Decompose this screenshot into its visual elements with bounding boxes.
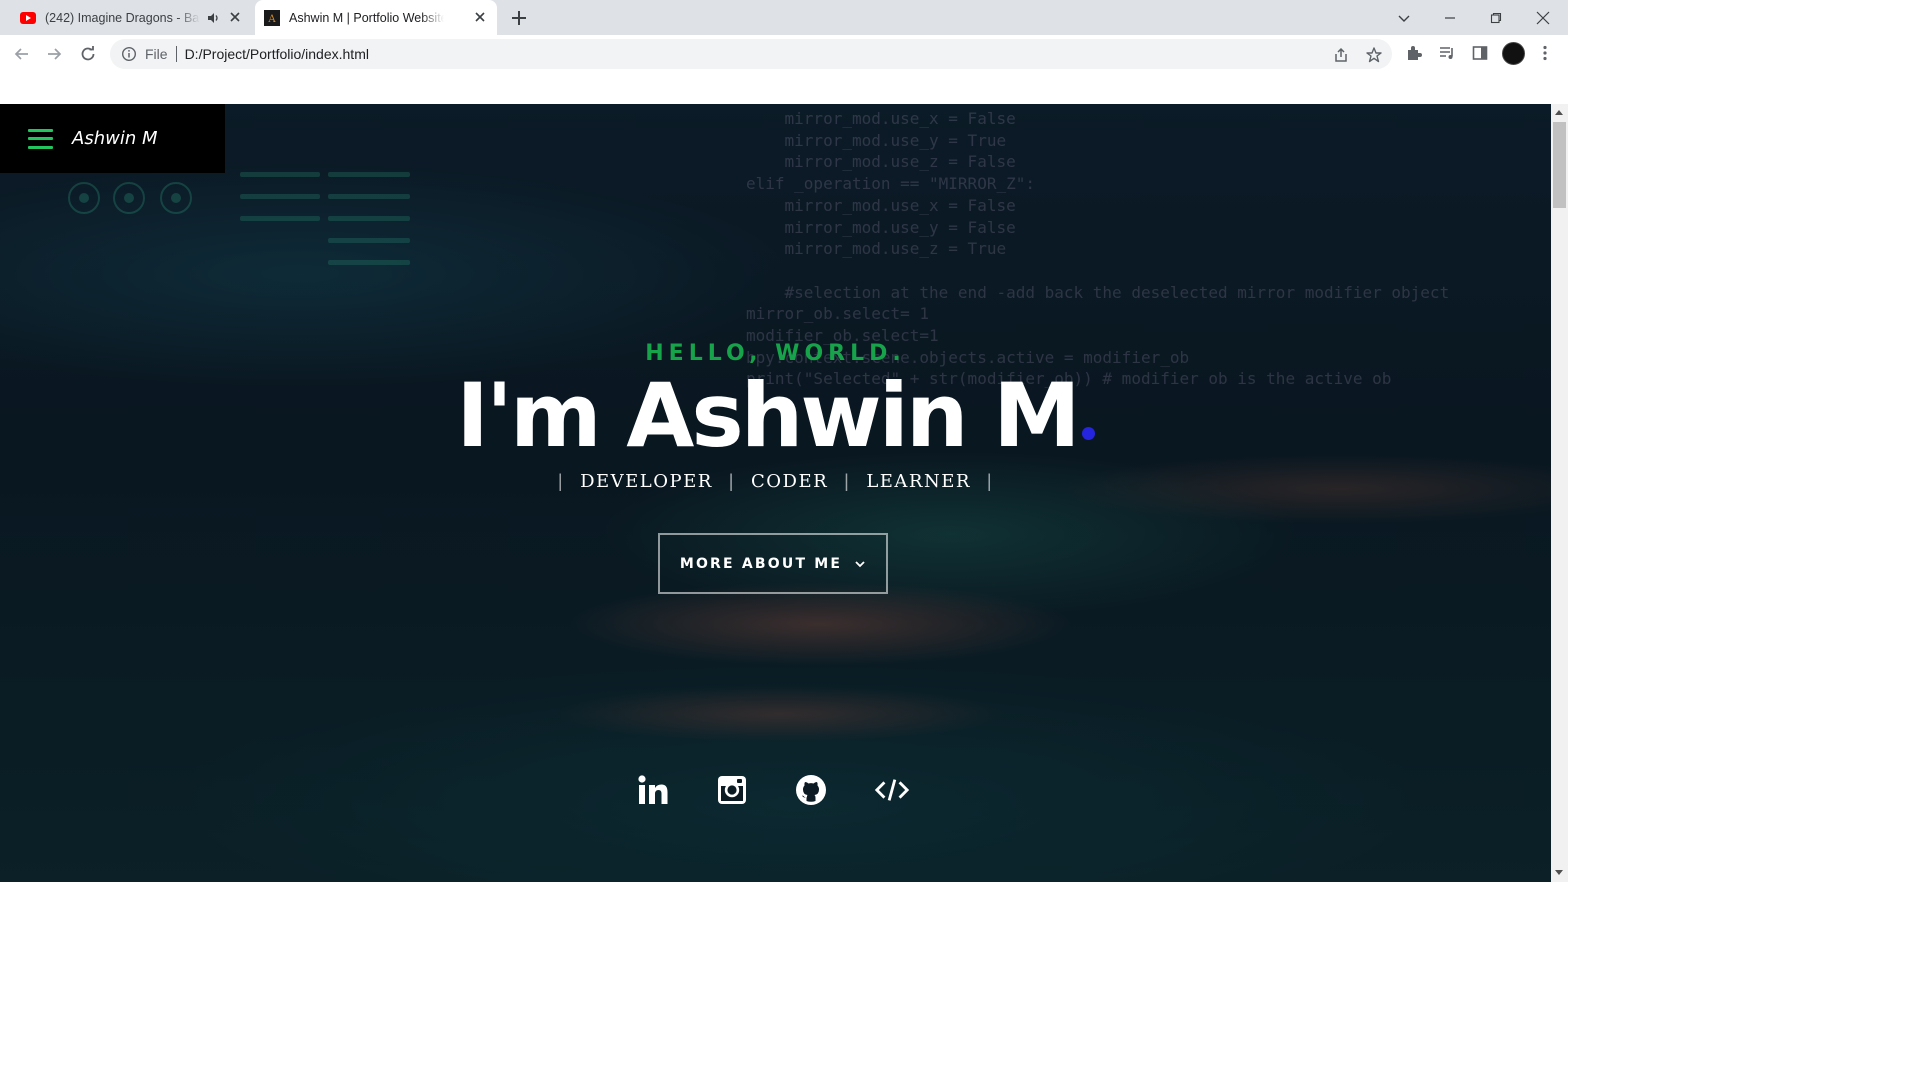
hero-headline-text: I'm Ashwin M xyxy=(456,364,1080,467)
site-header: Ashwin M xyxy=(0,104,225,173)
side-panel-icon[interactable] xyxy=(1471,44,1489,62)
close-tab-icon[interactable] xyxy=(228,10,242,24)
url-scheme: File xyxy=(145,46,168,62)
tab-portfolio[interactable]: A Ashwin M | Portfolio Website | Develop… xyxy=(255,0,497,35)
more-about-me-label: MORE ABOUT ME xyxy=(679,555,843,572)
role-coder: CODER xyxy=(750,471,829,492)
role-developer: DEVELOPER xyxy=(580,471,713,492)
tab-title: (242) Imagine Dragons - Bad xyxy=(45,10,200,25)
hero-greeting: HELLO, WORLD. xyxy=(645,341,906,366)
scroll-up-arrow-icon[interactable] xyxy=(1555,110,1563,115)
youtube-icon xyxy=(20,10,36,26)
minimize-icon[interactable] xyxy=(1427,0,1473,35)
scrollbar-thumb[interactable] xyxy=(1553,122,1566,208)
media-queue-icon[interactable] xyxy=(1438,44,1456,62)
close-tab-icon[interactable] xyxy=(473,10,487,24)
role-list: | DEVELOPER | CODER | LEARNER | xyxy=(0,471,1551,492)
scroll-down-arrow-icon[interactable] xyxy=(1555,870,1563,875)
back-arrow-icon[interactable] xyxy=(11,43,33,65)
role-learner: LEARNER xyxy=(866,471,971,492)
divider xyxy=(175,46,177,62)
speaker-icon[interactable] xyxy=(206,11,220,25)
role-separator: | xyxy=(728,471,735,491)
tab-youtube[interactable]: (242) Imagine Dragons - Bad xyxy=(8,0,252,35)
menu-kebab-icon[interactable] xyxy=(1536,44,1554,62)
share-icon[interactable] xyxy=(1332,46,1350,64)
portfolio-favicon: A xyxy=(264,9,280,26)
linkedin-icon[interactable] xyxy=(635,772,671,808)
github-icon[interactable] xyxy=(793,772,829,808)
url-text[interactable]: D:/Project/Portfolio/index.html xyxy=(185,46,369,62)
hamburger-menu-icon[interactable] xyxy=(28,128,53,149)
tab-title: Ashwin M | Portfolio Website | Developer xyxy=(289,10,444,25)
page-scrollbar[interactable] xyxy=(1551,104,1568,882)
page-viewport: mirror_mod.use_x = False mirror_mod.use_… xyxy=(0,104,1551,882)
forward-arrow-icon[interactable] xyxy=(43,43,65,65)
more-about-me-button[interactable]: MORE ABOUT ME xyxy=(658,533,888,594)
svg-text:A: A xyxy=(267,14,276,25)
close-window-icon[interactable] xyxy=(1520,0,1566,35)
role-separator: | xyxy=(844,471,851,491)
tab-search-icon[interactable] xyxy=(1381,0,1427,35)
address-bar[interactable]: File D:/Project/Portfolio/index.html xyxy=(110,39,1392,69)
browser-toolbar: File D:/Project/Portfolio/index.html xyxy=(0,35,1568,72)
new-tab-icon[interactable] xyxy=(509,8,529,28)
hero-dot xyxy=(1081,427,1095,440)
hero-overlay xyxy=(0,104,1551,882)
role-separator: | xyxy=(557,471,565,491)
tab-strip: (242) Imagine Dragons - Bad A Ashwin M |… xyxy=(0,0,1568,35)
restore-icon[interactable] xyxy=(1473,0,1519,35)
extensions-icon[interactable] xyxy=(1405,44,1423,62)
info-icon[interactable] xyxy=(121,46,137,62)
hero-headline: I'm Ashwin M xyxy=(0,366,1551,466)
profile-avatar[interactable] xyxy=(1502,42,1525,65)
role-separator: | xyxy=(986,471,994,491)
site-brand[interactable]: Ashwin M xyxy=(72,128,157,149)
chevron-down-icon xyxy=(854,558,866,570)
code-icon[interactable] xyxy=(874,772,910,808)
instagram-icon[interactable] xyxy=(714,772,750,808)
bookmark-star-icon[interactable] xyxy=(1365,46,1383,64)
reload-icon[interactable] xyxy=(77,43,99,65)
